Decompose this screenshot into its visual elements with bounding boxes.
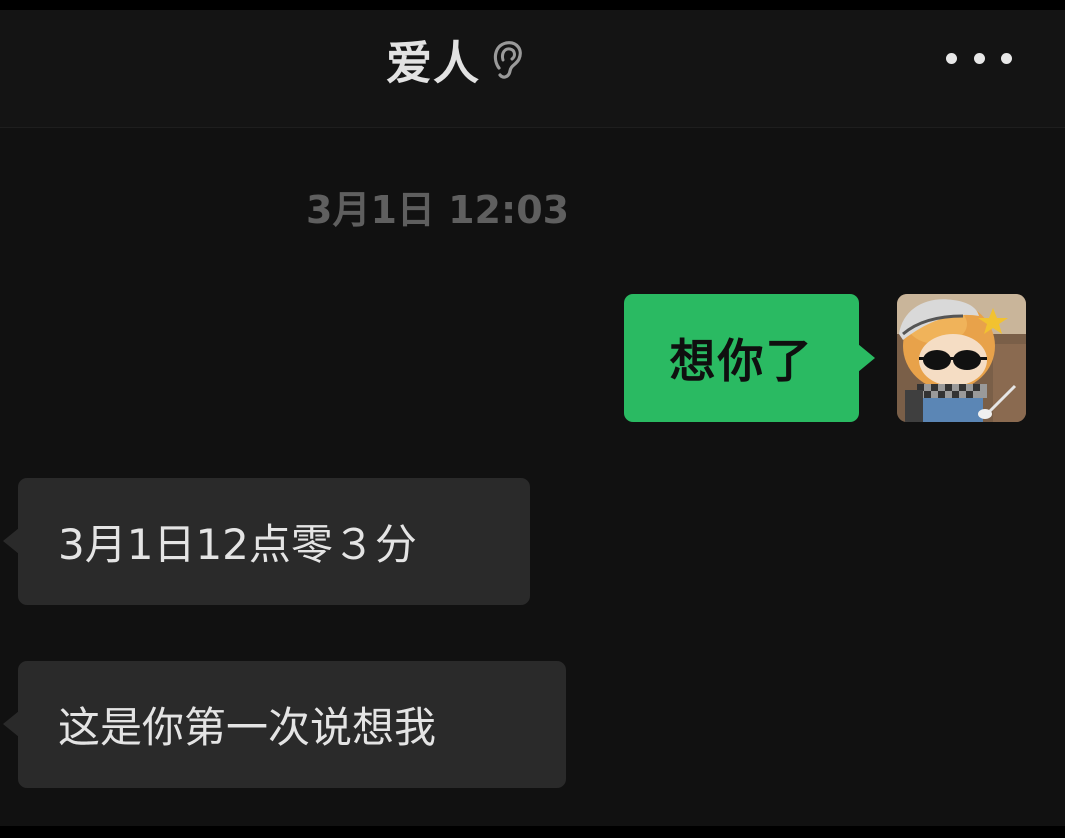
incoming-message-bubble[interactable]: 3月1日12点零３分 — [18, 478, 530, 605]
bottom-edge — [0, 826, 1065, 838]
more-dot — [973, 52, 985, 64]
outgoing-bubble-tail — [858, 344, 875, 372]
plush-doll-avatar[interactable] — [897, 294, 1026, 422]
outgoing-message-bubble[interactable]: 想你了 — [624, 294, 859, 422]
chat-title-area[interactable]: 爱人 — [386, 28, 524, 92]
ear-icon — [493, 41, 522, 79]
more-dot — [946, 52, 957, 64]
header-divider — [0, 127, 1065, 128]
message-timestamp: 3月1日 12:03 — [306, 188, 570, 232]
top-edge — [0, 0, 1065, 10]
more-dot — [1001, 52, 1012, 64]
incoming-bubble-tail — [3, 528, 19, 554]
more-options-button[interactable] — [946, 40, 1012, 76]
message-text: 3月1日12点零３分 — [58, 520, 417, 569]
message-text: 这是你第一次说想我 — [58, 703, 437, 752]
chat-title: 爱人 — [386, 36, 480, 90]
chat-screen: 爱人 3月1日 12:03 想你了 3月1日12点零３分 这是你第一次说想我 — [0, 0, 1065, 838]
incoming-bubble-tail — [3, 711, 19, 737]
incoming-message-bubble[interactable]: 这是你第一次说想我 — [18, 661, 566, 788]
chat-header — [0, 10, 1065, 127]
message-text: 想你了 — [669, 334, 814, 388]
avatar-image — [897, 294, 1026, 422]
